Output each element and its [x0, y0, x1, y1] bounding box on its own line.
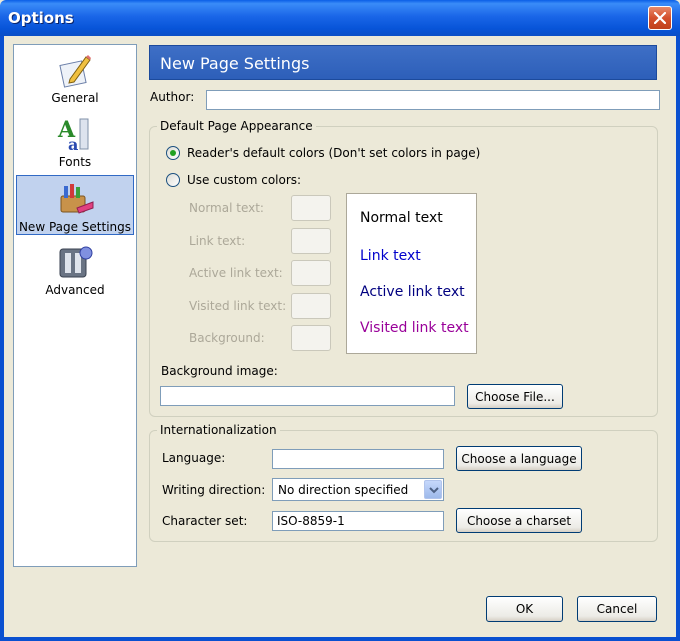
active-link-color-button[interactable]	[291, 260, 331, 286]
background-image-label: Background image:	[161, 364, 278, 378]
default-colors-radio[interactable]	[166, 146, 180, 160]
link-text-color-label: Link text:	[189, 234, 246, 248]
window-title: Options	[8, 9, 74, 27]
choose-charset-button[interactable]: Choose a charset	[456, 508, 582, 533]
panel-header: New Page Settings	[149, 45, 657, 80]
visited-link-color-label: Visited link text:	[189, 299, 287, 313]
choose-file-button[interactable]: Choose File...	[467, 384, 563, 409]
writing-direction-select[interactable]: No direction specified	[272, 478, 444, 501]
color-preview: Normal text Link text Active link text V…	[346, 193, 477, 354]
visited-link-color-button[interactable]	[291, 293, 331, 319]
sidebar-item-label: General	[51, 91, 99, 105]
preview-link-text: Link text	[360, 248, 421, 264]
chevron-down-icon	[429, 487, 439, 494]
sidebar-item-fonts[interactable]: A a Fonts	[16, 111, 134, 171]
active-link-color-label: Active link text:	[189, 266, 283, 280]
language-input[interactable]	[272, 449, 444, 469]
author-input[interactable]	[206, 90, 660, 110]
cancel-button[interactable]: Cancel	[577, 596, 657, 622]
ok-button[interactable]: OK	[486, 596, 563, 622]
preview-normal-text: Normal text	[360, 210, 443, 226]
default-colors-label[interactable]: Reader's default colors (Don't set color…	[187, 146, 480, 160]
background-image-input[interactable]	[160, 386, 455, 406]
sidebar-item-advanced[interactable]: Advanced	[16, 239, 134, 299]
background-color-button[interactable]	[291, 325, 331, 351]
writing-direction-label: Writing direction:	[162, 483, 266, 497]
sidebar-item-label: New Page Settings	[18, 220, 132, 234]
writing-direction-value: No direction specified	[278, 483, 409, 497]
window-border-left	[0, 36, 4, 641]
close-button[interactable]	[648, 6, 672, 30]
custom-colors-label[interactable]: Use custom colors:	[187, 173, 301, 187]
sidebar-item-label: Advanced	[45, 283, 105, 297]
appearance-group-title: Default Page Appearance	[157, 119, 316, 133]
pencil-paper-icon	[59, 55, 91, 88]
window-border-bottom	[0, 637, 680, 641]
category-list: General A a Fonts New Page Settings Adva…	[13, 44, 137, 567]
charset-input[interactable]	[272, 511, 444, 531]
close-icon	[654, 12, 666, 24]
dropdown-arrow[interactable]	[424, 480, 442, 499]
normal-text-color-label: Normal text:	[189, 201, 264, 215]
charset-label: Character set:	[162, 514, 248, 528]
svg-text:a: a	[68, 135, 78, 153]
sidebar-item-new-page-settings[interactable]: New Page Settings	[16, 175, 134, 235]
normal-text-color-button[interactable]	[291, 195, 331, 221]
intl-group-title: Internationalization	[157, 423, 280, 437]
preview-active-link-text: Active link text	[360, 284, 465, 300]
window-border-right	[676, 36, 680, 641]
panel-title: New Page Settings	[160, 54, 310, 73]
sidebar-item-label: Fonts	[58, 155, 92, 169]
sidebar-item-general[interactable]: General	[16, 47, 134, 107]
choose-language-button[interactable]: Choose a language	[456, 446, 582, 471]
crayons-icon	[60, 184, 94, 214]
custom-colors-radio[interactable]	[166, 173, 180, 187]
link-text-color-button[interactable]	[291, 228, 331, 254]
background-color-label: Background:	[189, 331, 265, 345]
title-bar: Options	[0, 0, 680, 36]
advanced-icon	[59, 246, 93, 278]
author-label: Author:	[150, 90, 195, 104]
preview-visited-link-text: Visited link text	[360, 320, 469, 336]
language-label: Language:	[162, 451, 226, 465]
fonts-icon: A a	[57, 117, 89, 153]
